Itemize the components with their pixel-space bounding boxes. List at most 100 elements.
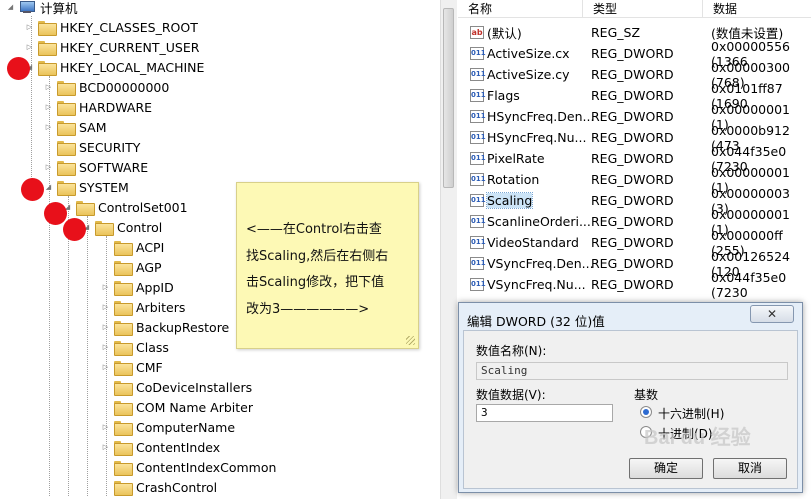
folder-icon — [57, 160, 76, 176]
tree-node-computername[interactable]: ▷ ComputerName — [101, 417, 235, 437]
tree-node-class[interactable]: ▷ Class — [101, 337, 169, 357]
folder-icon — [114, 460, 133, 476]
expand-arrow-icon[interactable]: ▷ — [44, 123, 53, 132]
dword-value-icon: 011 — [470, 236, 486, 249]
value-name: PixelRate — [487, 151, 545, 166]
folder-icon — [114, 280, 133, 296]
string-value-icon: ab — [470, 26, 484, 39]
tree-node-controlset001[interactable]: ◢ ControlSet001 — [63, 197, 188, 217]
tree-node-arbiters[interactable]: ▷ Arbiters — [101, 297, 185, 317]
value-type: REG_DWORD — [591, 193, 674, 208]
collapse-arrow-icon[interactable]: ◢ — [44, 183, 53, 192]
expand-arrow-icon[interactable]: ▷ — [44, 83, 53, 92]
expand-arrow-icon[interactable]: ▷ — [101, 343, 110, 352]
tree-node-label: Class — [136, 339, 169, 355]
folder-icon — [57, 120, 76, 136]
expand-arrow-icon[interactable]: ▷ — [101, 283, 110, 292]
tree-node-label: SAM — [79, 119, 107, 135]
column-header-type[interactable]: 类型 — [583, 0, 703, 18]
expand-arrow-icon[interactable]: ▷ — [25, 23, 34, 32]
tree-node-label: SYSTEM — [79, 179, 129, 195]
folder-icon — [114, 300, 133, 316]
expand-arrow-icon — [101, 403, 110, 412]
folder-icon — [38, 60, 57, 76]
hex-radio[interactable] — [640, 406, 652, 418]
tree-node-backuprestore[interactable]: ▷ BackupRestore — [101, 317, 229, 337]
value-name: HSyncFreq.Nu... — [487, 130, 587, 145]
folder-icon — [38, 20, 57, 36]
expand-arrow-icon[interactable]: ▷ — [101, 363, 110, 372]
expand-arrow-icon[interactable]: ▷ — [101, 423, 110, 432]
tree-node-hardware[interactable]: ▷ HARDWARE — [44, 97, 152, 117]
tree-node-computer[interactable]: ◢ 计算机 — [6, 0, 78, 17]
tree-guide — [87, 216, 88, 496]
expand-arrow-icon[interactable]: ▷ — [101, 443, 110, 452]
tree-node-label: Arbiters — [136, 299, 186, 315]
tree-node-label: AGP — [136, 259, 162, 275]
column-header-name[interactable]: 名称 — [458, 0, 583, 18]
tree-node-security[interactable]: SECURITY — [44, 137, 140, 157]
tree-node-contentindexcommon[interactable]: ContentIndexCommon — [101, 457, 276, 477]
annotation-dot — [63, 218, 86, 241]
dword-value-icon: 011 — [470, 257, 486, 270]
value-row[interactable]: 011 VSyncFreq.Nu... REG_DWORD 0x044f35e0… — [458, 270, 811, 300]
tree-node-label: ContentIndexCommon — [136, 459, 277, 475]
tree-node-com-name-arbiter[interactable]: COM Name Arbiter — [101, 397, 253, 417]
ok-button[interactable]: 确定 — [629, 458, 703, 479]
tree-node-sam[interactable]: ▷ SAM — [44, 117, 107, 137]
tree-node-contentindex[interactable]: ▷ ContentIndex — [101, 437, 220, 457]
tree-node-label: AppID — [136, 279, 174, 295]
folder-icon — [76, 200, 95, 216]
dialog-body: 数值名称(N): Scaling 数值数据(V): 3 基数 十六进制(H) 十… — [463, 330, 798, 489]
edit-dword-dialog: 编辑 DWORD (32 位)值 ✕ 数值名称(N): Scaling 数值数据… — [458, 302, 803, 493]
folder-icon — [114, 420, 133, 436]
tree-node-codeviceinstallers[interactable]: CoDeviceInstallers — [101, 377, 252, 397]
expand-arrow-icon[interactable]: ▷ — [44, 163, 53, 172]
scrollbar-thumb[interactable] — [443, 8, 454, 188]
tree-node-hkcu[interactable]: ▷ HKEY_CURRENT_USER — [25, 37, 199, 57]
tree-node-software[interactable]: ▷ SOFTWARE — [44, 157, 148, 177]
expand-arrow-icon[interactable]: ▷ — [101, 303, 110, 312]
value-data-input[interactable]: 3 — [476, 404, 613, 422]
tree-node-label: HKEY_CLASSES_ROOT — [60, 19, 198, 35]
tree-node-crashcontrol[interactable]: CrashControl — [101, 477, 217, 497]
value-type: REG_DWORD — [591, 172, 674, 187]
expand-arrow-icon[interactable]: ▷ — [44, 103, 53, 112]
tree-node-appid[interactable]: ▷ AppID — [101, 277, 174, 297]
tree-node-hkcr[interactable]: ▷ HKEY_CLASSES_ROOT — [25, 17, 198, 37]
expand-arrow-icon[interactable]: ▷ — [25, 43, 34, 52]
value-type: REG_DWORD — [591, 109, 674, 124]
tree-node-agp[interactable]: AGP — [101, 257, 162, 277]
value-type: REG_DWORD — [591, 214, 674, 229]
value-name: Scaling — [485, 192, 534, 209]
tree-node-acpi[interactable]: ACPI — [101, 237, 164, 257]
hex-radio-label[interactable]: 十六进制(H) — [658, 405, 724, 422]
value-name: Flags — [487, 88, 520, 103]
dword-value-icon: 011 — [470, 131, 486, 144]
value-name: VSyncFreq.Den... — [487, 256, 594, 271]
value-type: REG_DWORD — [591, 277, 674, 292]
expand-arrow-icon[interactable]: ▷ — [101, 323, 110, 332]
value-name: ScanlineOrderi... — [487, 214, 591, 229]
folder-icon — [57, 180, 76, 196]
annotation-dot — [7, 57, 30, 80]
tree-node-control[interactable]: ◢ Control — [82, 217, 162, 237]
folder-icon — [114, 240, 133, 256]
folder-icon — [114, 320, 133, 336]
cancel-button[interactable]: 取消 — [713, 458, 787, 479]
tree-node-hklm[interactable]: ◢ HKEY_LOCAL_MACHINE — [25, 57, 204, 77]
tree-node-label: CMF — [136, 359, 163, 375]
column-header-data[interactable]: 数据 — [703, 0, 811, 18]
tree-node-system[interactable]: ◢ SYSTEM — [44, 177, 129, 197]
expand-arrow-icon — [44, 143, 53, 152]
collapse-arrow-icon[interactable]: ◢ — [6, 3, 15, 12]
tree-node-label: HKEY_CURRENT_USER — [60, 39, 200, 55]
tree-guide — [68, 196, 69, 496]
tree-node-bcd[interactable]: ▷ BCD00000000 — [44, 77, 169, 97]
tree-node-cmf[interactable]: ▷ CMF — [101, 357, 163, 377]
dword-value-icon: 011 — [470, 152, 486, 165]
resize-grip-icon[interactable] — [406, 336, 415, 345]
folder-icon — [114, 360, 133, 376]
tree-node-label: ComputerName — [136, 419, 236, 435]
close-button[interactable]: ✕ — [750, 305, 794, 323]
